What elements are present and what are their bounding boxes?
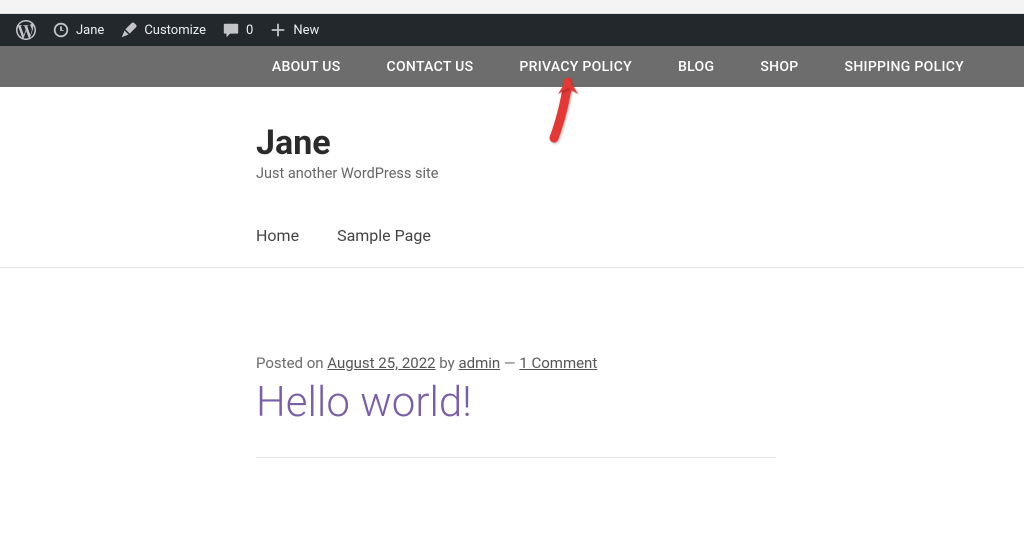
wp-logo[interactable] <box>8 14 44 46</box>
post-divider <box>256 457 776 458</box>
brush-icon <box>120 21 138 39</box>
comment-icon <box>222 21 240 39</box>
nav-shop[interactable]: SHOP <box>760 59 798 75</box>
admin-customize[interactable]: Customize <box>112 14 214 46</box>
post-meta: Posted on August 25, 2022 by admin — 1 C… <box>256 354 1024 372</box>
nav-shipping-policy[interactable]: SHIPPING POLICY <box>845 59 964 75</box>
admin-new-label: New <box>293 23 319 38</box>
post-meta-by: by <box>436 354 459 372</box>
main-nav: ABOUT US CONTACT US PRIVACY POLICY BLOG … <box>0 46 1024 87</box>
admin-site-name: Jane <box>76 23 104 38</box>
nav-about-us[interactable]: ABOUT US <box>272 59 341 75</box>
post-author-link[interactable]: admin <box>458 354 500 372</box>
nav-blog[interactable]: BLOG <box>678 59 714 75</box>
post-date-link[interactable]: August 25, 2022 <box>327 354 435 372</box>
dashboard-icon <box>52 21 70 39</box>
admin-site-link[interactable]: Jane <box>44 14 112 46</box>
site-header: Jane Just another WordPress site <box>0 87 1024 182</box>
admin-customize-label: Customize <box>144 23 206 38</box>
wp-admin-bar: Jane Customize 0 New <box>0 14 1024 46</box>
subnav-home[interactable]: Home <box>256 226 299 245</box>
admin-new[interactable]: New <box>261 14 327 46</box>
nav-contact-us[interactable]: CONTACT US <box>387 59 474 75</box>
post-comments-link[interactable]: 1 Comment <box>519 354 597 372</box>
site-tagline: Just another WordPress site <box>256 165 1024 182</box>
wordpress-icon <box>16 20 36 40</box>
site-title[interactable]: Jane <box>256 123 1024 163</box>
subnav-sample-page[interactable]: Sample Page <box>337 226 431 245</box>
post: Posted on August 25, 2022 by admin — 1 C… <box>0 268 1024 427</box>
browser-top-strip <box>0 0 1024 14</box>
secondary-nav: Home Sample Page <box>0 182 1024 268</box>
post-meta-postedon: Posted on <box>256 354 327 372</box>
plus-icon <box>269 21 287 39</box>
post-title[interactable]: Hello world! <box>256 378 1024 427</box>
post-meta-sep: — <box>500 354 519 372</box>
nav-privacy-policy[interactable]: PRIVACY POLICY <box>519 59 632 75</box>
admin-comments[interactable]: 0 <box>214 14 261 46</box>
admin-comments-count: 0 <box>246 23 253 38</box>
